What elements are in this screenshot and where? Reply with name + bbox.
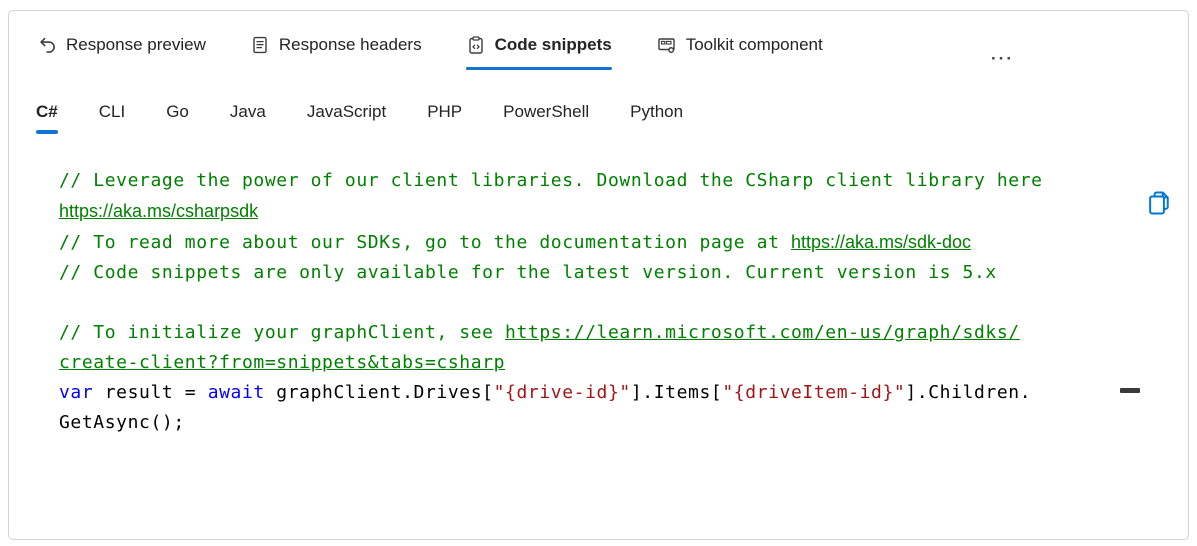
code-line: // Code snippets are only available for … bbox=[59, 258, 1118, 288]
copy-icon bbox=[1145, 189, 1173, 220]
tab-label: Response headers bbox=[279, 35, 422, 55]
code-token-string: "{driveItem-id}" bbox=[722, 382, 905, 403]
code-line: // Leverage the power of our client libr… bbox=[59, 166, 1118, 196]
lang-tab-cli[interactable]: CLI bbox=[99, 102, 125, 134]
code-token-comment: // Leverage the power of our client libr… bbox=[59, 170, 1043, 191]
code-line: GetAsync(); bbox=[59, 408, 1118, 438]
tab-label: Code snippets bbox=[495, 35, 612, 55]
code-token-keyword: await bbox=[208, 382, 265, 403]
lang-tab-go[interactable]: Go bbox=[166, 102, 189, 134]
code-token-comment: // To initialize your graphClient, see bbox=[59, 322, 505, 343]
code-line: https://aka.ms/csharpsdk bbox=[59, 196, 1118, 227]
lang-tab-python[interactable]: Python bbox=[630, 102, 683, 134]
tab-toolkit-component[interactable]: Toolkit component bbox=[656, 35, 823, 70]
code-token-default: ].Children. bbox=[905, 382, 1031, 403]
tab-label: Response preview bbox=[66, 35, 206, 55]
copy-code-button[interactable] bbox=[1144, 189, 1174, 219]
code-token-keyword: var bbox=[59, 382, 93, 403]
lang-tab-java[interactable]: Java bbox=[230, 102, 266, 134]
tab-label: Toolkit component bbox=[686, 35, 823, 55]
tab-code-snippets[interactable]: Code snippets bbox=[466, 35, 612, 70]
clipboard-code-icon bbox=[466, 35, 486, 55]
code-token-default: graphClient.Drives[ bbox=[265, 382, 494, 403]
code-line: create-client?from=snippets&tabs=csharp bbox=[59, 348, 1118, 378]
response-panel: Response preview Response headers Code sni… bbox=[8, 10, 1189, 540]
code-link[interactable]: https://aka.ms/sdk-doc bbox=[791, 232, 971, 252]
code-link[interactable]: create-client?from=snippets&tabs=csharp bbox=[59, 352, 505, 373]
code-token-string: "{drive-id}" bbox=[494, 382, 631, 403]
code-editor[interactable]: // Leverage the power of our client libr… bbox=[59, 166, 1118, 438]
code-token-comment: // To read more about our SDKs, go to th… bbox=[59, 232, 791, 253]
lang-tab-csharp[interactable]: C# bbox=[36, 102, 58, 134]
tab-response-preview[interactable]: Response preview bbox=[37, 35, 206, 70]
code-token-default: GetAsync(); bbox=[59, 412, 185, 433]
lang-tab-javascript[interactable]: JavaScript bbox=[307, 102, 386, 134]
code-token-default: ].Items[ bbox=[631, 382, 723, 403]
code-line: // To read more about our SDKs, go to th… bbox=[59, 227, 1118, 258]
document-text-icon bbox=[250, 35, 270, 55]
code-line: // To initialize your graphClient, see h… bbox=[59, 318, 1118, 348]
language-tabs: C# CLI Go Java JavaScript PHP PowerShell Python bbox=[9, 102, 1188, 134]
undo-arrow-icon bbox=[37, 35, 57, 55]
code-link[interactable]: https://aka.ms/csharpsdk bbox=[59, 201, 258, 221]
minus-icon bbox=[1120, 388, 1140, 393]
tab-response-headers[interactable]: Response headers bbox=[250, 35, 422, 70]
code-link[interactable]: https://learn.microsoft.com/en-us/graph/… bbox=[505, 322, 1020, 343]
code-line bbox=[59, 288, 1118, 318]
code-line: var result = await graphClient.Drives["{… bbox=[59, 378, 1118, 408]
component-gear-icon bbox=[656, 35, 677, 55]
more-tabs-button[interactable]: ··· bbox=[991, 49, 1020, 87]
code-token-default: result = bbox=[93, 382, 207, 403]
collapse-region-button[interactable] bbox=[1120, 383, 1142, 397]
code-token-comment: // Code snippets are only available for … bbox=[59, 262, 997, 283]
lang-tab-php[interactable]: PHP bbox=[427, 102, 462, 134]
lang-tab-powershell[interactable]: PowerShell bbox=[503, 102, 589, 134]
